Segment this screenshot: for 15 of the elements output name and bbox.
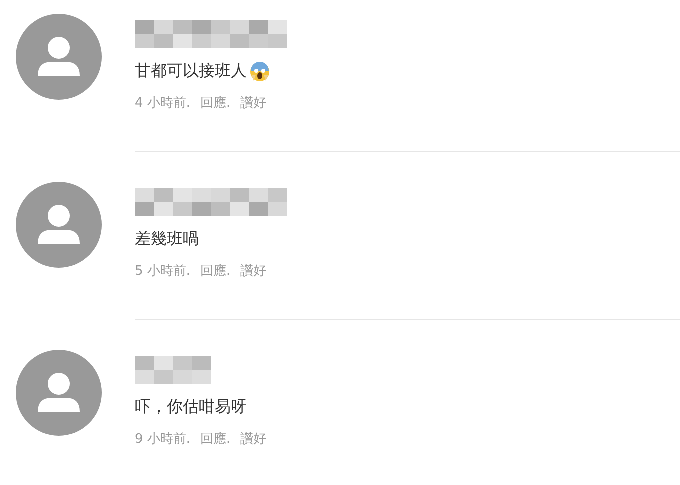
comment-text: 差幾班喎 bbox=[135, 229, 199, 250]
reply-link[interactable]: 回應. bbox=[200, 430, 231, 448]
reply-link[interactable]: 回應. bbox=[200, 94, 231, 112]
avatar-icon bbox=[16, 350, 102, 436]
avatar-icon bbox=[16, 14, 102, 100]
reply-link[interactable]: 回應. bbox=[200, 262, 231, 280]
comment-time: 4 小時前. bbox=[135, 95, 191, 112]
like-link[interactable]: 讚好 bbox=[240, 94, 267, 112]
like-link[interactable]: 讚好 bbox=[240, 262, 267, 280]
comment-text: 甘都可以接班人 bbox=[135, 61, 247, 82]
comment-time: 5 小時前. bbox=[135, 263, 191, 280]
comment-text: 吓，你估咁易呀 bbox=[135, 397, 247, 418]
like-link[interactable]: 讚好 bbox=[240, 430, 267, 448]
avatar-icon bbox=[16, 182, 102, 268]
comment-time: 9 小時前. bbox=[135, 431, 191, 448]
